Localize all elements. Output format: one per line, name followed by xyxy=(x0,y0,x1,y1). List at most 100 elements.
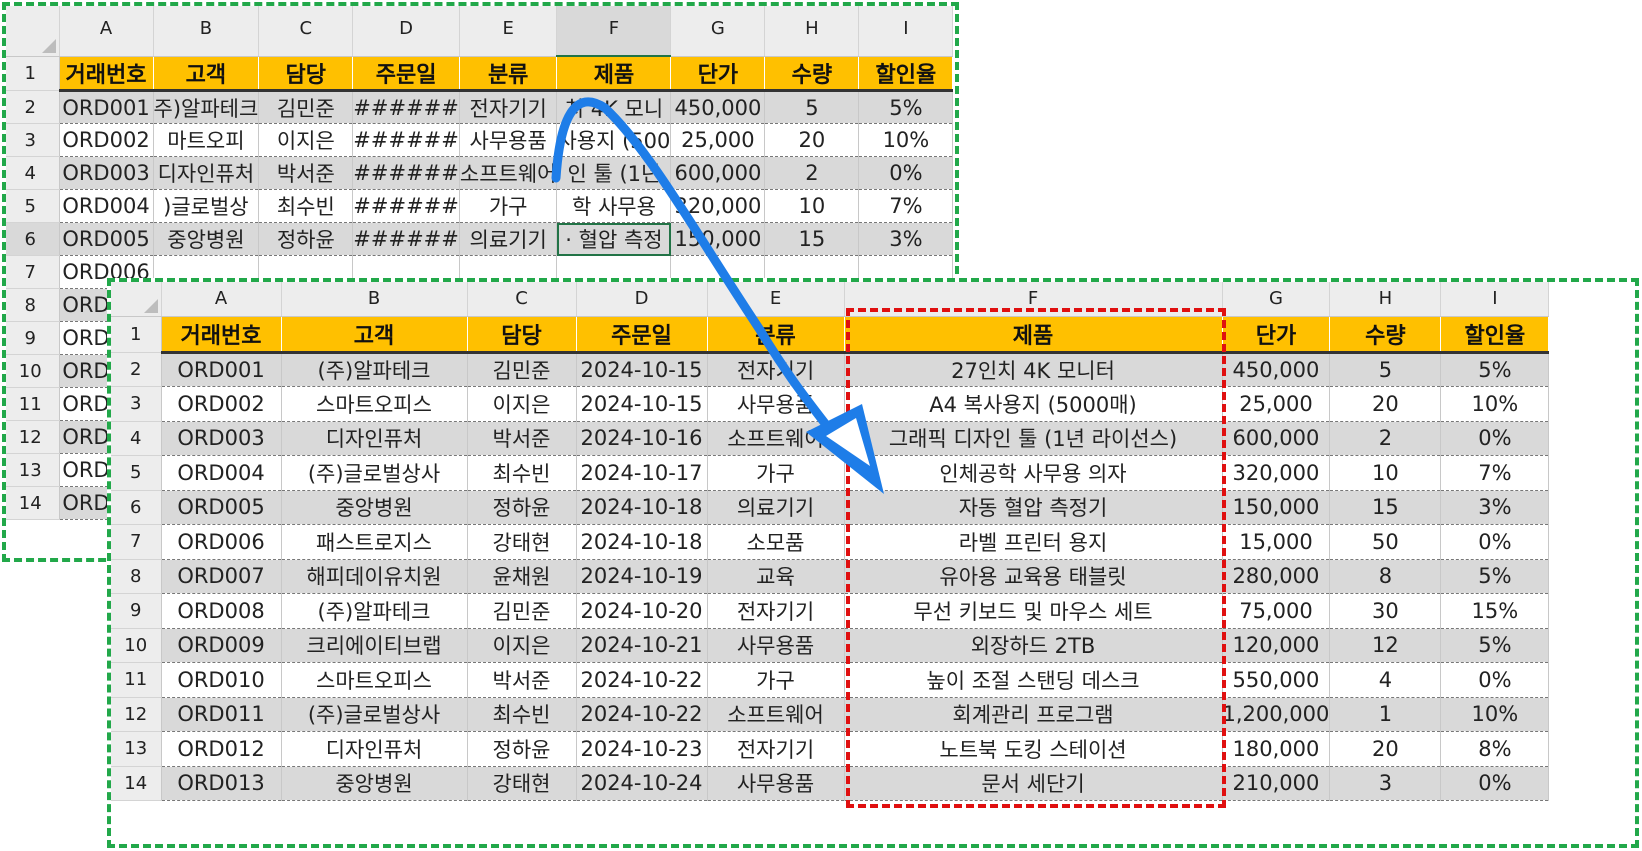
cell-f[interactable]: A4 복사용지 (5000매) xyxy=(844,386,1223,422)
cell-g[interactable]: 1,200,000 xyxy=(1222,697,1331,732)
cell-e[interactable]: 전자기기 xyxy=(707,731,845,767)
row-header[interactable]: 4 xyxy=(111,421,162,456)
cell-b[interactable]: 크리에이티브랩 xyxy=(281,628,468,663)
row-header[interactable]: 14 xyxy=(111,766,162,801)
cell-b[interactable]: )글로벌상 xyxy=(153,189,260,223)
cell-h[interactable]: 15 xyxy=(1329,490,1442,525)
cell-g[interactable]: 25,000 xyxy=(670,123,766,157)
cell-i[interactable]: 10% xyxy=(1440,386,1550,422)
column-header-c[interactable]: C xyxy=(467,282,577,317)
cell-a[interactable]: ORD005 xyxy=(59,222,154,256)
cell-b[interactable]: (주)알파테크 xyxy=(281,593,468,629)
cell-a[interactable]: ORD003 xyxy=(59,156,154,190)
header-cell[interactable]: 제품 xyxy=(844,316,1223,354)
row-header[interactable]: 11 xyxy=(111,662,162,698)
header-cell[interactable]: 할인율 xyxy=(1440,316,1550,354)
row-header-1[interactable]: 1 xyxy=(6,56,60,91)
cell-f[interactable]: 외장하드 2TB xyxy=(844,628,1223,663)
select-all-corner[interactable] xyxy=(6,6,60,57)
cell-h[interactable]: 20 xyxy=(1329,386,1442,422)
cell-g[interactable]: 550,000 xyxy=(1222,662,1331,698)
row-header[interactable]: 3 xyxy=(6,123,60,157)
cell-d[interactable]: ###### xyxy=(352,90,460,124)
cell-f[interactable]: 인체공학 사무용 의자 xyxy=(844,455,1223,491)
cell-b[interactable]: (주)알파테크 xyxy=(281,352,468,387)
cell-f[interactable]: 문서 세단기 xyxy=(844,766,1223,801)
cell-g[interactable]: 320,000 xyxy=(670,189,766,223)
select-all-corner[interactable] xyxy=(111,282,162,317)
row-header[interactable]: 2 xyxy=(111,352,162,387)
cell-a[interactable]: ORD002 xyxy=(59,123,154,157)
cell-e[interactable]: 소프트웨어 xyxy=(707,697,845,732)
row-header[interactable]: 7 xyxy=(111,524,162,560)
cell-c[interactable]: 정하윤 xyxy=(467,731,577,767)
cell-e[interactable]: 사무용품 xyxy=(707,386,845,422)
cell-a[interactable]: ORD006 xyxy=(161,524,282,560)
cell-c[interactable]: 이지은 xyxy=(258,123,354,157)
row-header[interactable]: 9 xyxy=(111,593,162,629)
cell-g[interactable]: 75,000 xyxy=(1222,593,1331,629)
header-cell[interactable]: 단가 xyxy=(670,56,766,92)
cell-a[interactable]: ORD005 xyxy=(161,490,282,525)
cell-b[interactable]: (주)글로벌상사 xyxy=(281,455,468,491)
cell-i[interactable]: 7% xyxy=(1440,455,1550,491)
cell-c[interactable]: 이지은 xyxy=(467,386,577,422)
column-header-d[interactable]: D xyxy=(352,6,460,57)
cell-i[interactable]: 0% xyxy=(1440,766,1550,801)
header-cell[interactable]: 고객 xyxy=(153,56,260,92)
cell-h[interactable]: 10 xyxy=(764,189,860,223)
cell-g[interactable]: 150,000 xyxy=(1222,490,1331,525)
cell-h[interactable]: 2 xyxy=(1329,421,1442,456)
cell-d[interactable]: 2024-10-22 xyxy=(576,697,708,732)
cell-b[interactable]: 중앙병원 xyxy=(281,766,468,801)
header-cell[interactable]: 단가 xyxy=(1222,316,1331,354)
row-header[interactable]: 9 xyxy=(6,321,60,355)
cell-e[interactable]: 소프트웨어 xyxy=(707,421,845,456)
row-header[interactable]: 10 xyxy=(111,628,162,663)
cell-a[interactable]: ORD007 xyxy=(161,559,282,594)
cell-h[interactable]: 50 xyxy=(1329,524,1442,560)
cell-e[interactable]: 전자기기 xyxy=(707,352,845,387)
cell-e[interactable]: 가구 xyxy=(707,662,845,698)
cell-b[interactable]: 디자인퓨처 xyxy=(153,156,260,190)
header-cell[interactable]: 분류 xyxy=(459,56,558,92)
row-header[interactable]: 5 xyxy=(111,455,162,491)
cell-c[interactable]: 박서준 xyxy=(467,421,577,456)
header-cell[interactable]: 수량 xyxy=(764,56,860,92)
cell-e[interactable]: 사무용품 xyxy=(459,123,558,157)
cell-g[interactable]: 25,000 xyxy=(1222,386,1331,422)
row-header[interactable]: 3 xyxy=(111,386,162,422)
cell-h[interactable]: 5 xyxy=(1329,352,1442,387)
cell-b[interactable]: 중앙병원 xyxy=(153,222,260,256)
cell-a[interactable]: ORD001 xyxy=(59,90,154,124)
cell-d[interactable]: 2024-10-19 xyxy=(576,559,708,594)
cell-h[interactable]: 2 xyxy=(764,156,860,190)
cell-f[interactable]: 유아용 교육용 태블릿 xyxy=(844,559,1223,594)
cell-h[interactable]: 1 xyxy=(1329,697,1442,732)
cell-d[interactable]: 2024-10-23 xyxy=(576,731,708,767)
cell-f[interactable]: 노트북 도킹 스테이션 xyxy=(844,731,1223,767)
cell-e[interactable]: 사무용품 xyxy=(707,766,845,801)
cell-c[interactable]: 최수빈 xyxy=(467,455,577,491)
row-header[interactable]: 13 xyxy=(111,731,162,767)
cell-d[interactable]: ###### xyxy=(352,189,460,223)
header-cell[interactable]: 할인율 xyxy=(858,56,954,92)
row-header-1[interactable]: 1 xyxy=(111,316,162,353)
cell-d[interactable]: 2024-10-15 xyxy=(576,386,708,422)
row-header[interactable]: 14 xyxy=(6,486,60,520)
header-cell[interactable]: 주문일 xyxy=(576,316,708,354)
cell-e[interactable]: 의료기기 xyxy=(707,490,845,525)
cell-a[interactable]: ORD004 xyxy=(161,455,282,491)
cell-h[interactable]: 15 xyxy=(764,222,860,256)
cell-a[interactable]: ORD010 xyxy=(161,662,282,698)
column-header-f[interactable]: F xyxy=(844,282,1223,317)
cell-a[interactable]: ORD003 xyxy=(161,421,282,456)
cell-a[interactable]: ORD009 xyxy=(161,628,282,663)
cell-f[interactable]: 무선 키보드 및 마우스 세트 xyxy=(844,593,1223,629)
cell-f[interactable]: 27인치 4K 모니터 xyxy=(844,352,1223,387)
cell-c[interactable]: 윤채원 xyxy=(467,559,577,594)
cell-a[interactable]: ORD011 xyxy=(161,697,282,732)
cell-d[interactable]: 2024-10-20 xyxy=(576,593,708,629)
row-header[interactable]: 12 xyxy=(111,697,162,732)
cell-b[interactable]: 스마트오피스 xyxy=(281,662,468,698)
